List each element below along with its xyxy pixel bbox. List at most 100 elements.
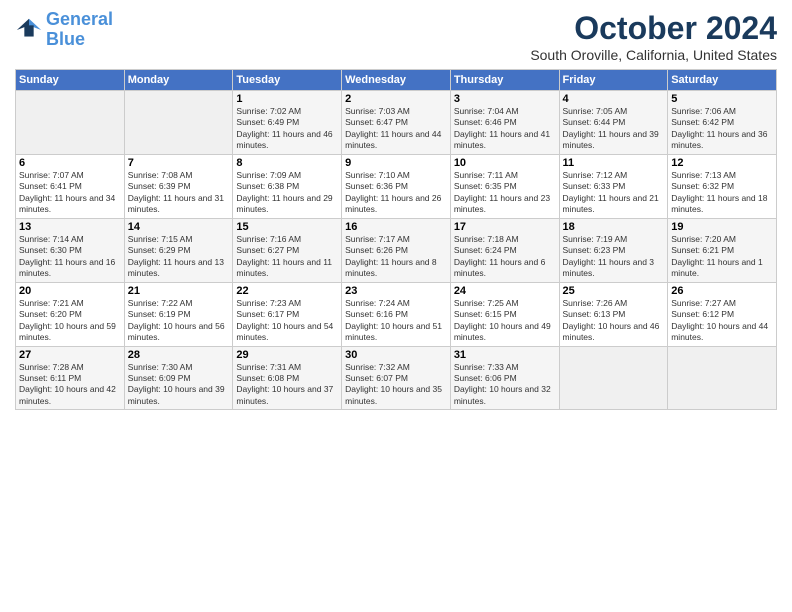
day-info: Sunrise: 7:20 AM Sunset: 6:21 PM Dayligh… [671,234,773,280]
day-info: Sunrise: 7:27 AM Sunset: 6:12 PM Dayligh… [671,298,773,344]
calendar-week-3: 13Sunrise: 7:14 AM Sunset: 6:30 PM Dayli… [16,218,777,282]
day-number: 12 [671,157,773,169]
calendar-day: 9Sunrise: 7:10 AM Sunset: 6:36 PM Daylig… [342,154,451,218]
day-info: Sunrise: 7:11 AM Sunset: 6:35 PM Dayligh… [454,170,556,216]
day-info: Sunrise: 7:28 AM Sunset: 6:11 PM Dayligh… [19,362,121,408]
month-title: October 2024 [530,10,777,47]
location: South Oroville, California, United State… [530,47,777,63]
day-number: 16 [345,221,447,233]
calendar-day: 28Sunrise: 7:30 AM Sunset: 6:09 PM Dayli… [124,346,233,410]
header-monday: Monday [124,70,233,91]
day-info: Sunrise: 7:15 AM Sunset: 6:29 PM Dayligh… [128,234,230,280]
calendar-day: 24Sunrise: 7:25 AM Sunset: 6:15 PM Dayli… [450,282,559,346]
calendar-day: 23Sunrise: 7:24 AM Sunset: 6:16 PM Dayli… [342,282,451,346]
day-info: Sunrise: 7:23 AM Sunset: 6:17 PM Dayligh… [236,298,338,344]
day-number: 2 [345,93,447,105]
calendar-day: 14Sunrise: 7:15 AM Sunset: 6:29 PM Dayli… [124,218,233,282]
day-info: Sunrise: 7:08 AM Sunset: 6:39 PM Dayligh… [128,170,230,216]
day-info: Sunrise: 7:22 AM Sunset: 6:19 PM Dayligh… [128,298,230,344]
logo-general: General [46,9,113,29]
day-number: 10 [454,157,556,169]
calendar-day: 19Sunrise: 7:20 AM Sunset: 6:21 PM Dayli… [668,218,777,282]
day-info: Sunrise: 7:33 AM Sunset: 6:06 PM Dayligh… [454,362,556,408]
day-info: Sunrise: 7:13 AM Sunset: 6:32 PM Dayligh… [671,170,773,216]
calendar-day: 5Sunrise: 7:06 AM Sunset: 6:42 PM Daylig… [668,91,777,155]
day-number: 8 [236,157,338,169]
header-friday: Friday [559,70,668,91]
day-info: Sunrise: 7:16 AM Sunset: 6:27 PM Dayligh… [236,234,338,280]
day-info: Sunrise: 7:03 AM Sunset: 6:47 PM Dayligh… [345,106,447,152]
calendar-week-4: 20Sunrise: 7:21 AM Sunset: 6:20 PM Dayli… [16,282,777,346]
day-info: Sunrise: 7:24 AM Sunset: 6:16 PM Dayligh… [345,298,447,344]
day-number: 15 [236,221,338,233]
day-number: 28 [128,349,230,361]
day-number: 19 [671,221,773,233]
calendar-day: 31Sunrise: 7:33 AM Sunset: 6:06 PM Dayli… [450,346,559,410]
header-thursday: Thursday [450,70,559,91]
calendar-day: 18Sunrise: 7:19 AM Sunset: 6:23 PM Dayli… [559,218,668,282]
day-number: 23 [345,285,447,297]
day-info: Sunrise: 7:02 AM Sunset: 6:49 PM Dayligh… [236,106,338,152]
day-info: Sunrise: 7:30 AM Sunset: 6:09 PM Dayligh… [128,362,230,408]
day-info: Sunrise: 7:18 AM Sunset: 6:24 PM Dayligh… [454,234,556,280]
calendar-day: 3Sunrise: 7:04 AM Sunset: 6:46 PM Daylig… [450,91,559,155]
day-number: 31 [454,349,556,361]
page-header: General Blue October 2024 South Oroville… [15,10,777,63]
day-info: Sunrise: 7:14 AM Sunset: 6:30 PM Dayligh… [19,234,121,280]
day-number: 5 [671,93,773,105]
day-info: Sunrise: 7:10 AM Sunset: 6:36 PM Dayligh… [345,170,447,216]
calendar-day: 2Sunrise: 7:03 AM Sunset: 6:47 PM Daylig… [342,91,451,155]
header-sunday: Sunday [16,70,125,91]
header-tuesday: Tuesday [233,70,342,91]
calendar-day [16,91,125,155]
day-info: Sunrise: 7:07 AM Sunset: 6:41 PM Dayligh… [19,170,121,216]
day-number: 7 [128,157,230,169]
day-number: 6 [19,157,121,169]
day-info: Sunrise: 7:25 AM Sunset: 6:15 PM Dayligh… [454,298,556,344]
day-number: 25 [563,285,665,297]
calendar-day: 1Sunrise: 7:02 AM Sunset: 6:49 PM Daylig… [233,91,342,155]
day-number: 3 [454,93,556,105]
calendar-week-1: 1Sunrise: 7:02 AM Sunset: 6:49 PM Daylig… [16,91,777,155]
calendar-week-2: 6Sunrise: 7:07 AM Sunset: 6:41 PM Daylig… [16,154,777,218]
day-info: Sunrise: 7:21 AM Sunset: 6:20 PM Dayligh… [19,298,121,344]
day-number: 9 [345,157,447,169]
day-number: 20 [19,285,121,297]
logo-icon [15,16,43,44]
calendar-day: 20Sunrise: 7:21 AM Sunset: 6:20 PM Dayli… [16,282,125,346]
day-info: Sunrise: 7:09 AM Sunset: 6:38 PM Dayligh… [236,170,338,216]
day-info: Sunrise: 7:04 AM Sunset: 6:46 PM Dayligh… [454,106,556,152]
day-number: 13 [19,221,121,233]
logo-text: General Blue [46,10,113,50]
calendar-day: 12Sunrise: 7:13 AM Sunset: 6:32 PM Dayli… [668,154,777,218]
calendar-day: 15Sunrise: 7:16 AM Sunset: 6:27 PM Dayli… [233,218,342,282]
calendar-day [559,346,668,410]
calendar-day: 30Sunrise: 7:32 AM Sunset: 6:07 PM Dayli… [342,346,451,410]
calendar-day: 13Sunrise: 7:14 AM Sunset: 6:30 PM Dayli… [16,218,125,282]
day-info: Sunrise: 7:31 AM Sunset: 6:08 PM Dayligh… [236,362,338,408]
day-info: Sunrise: 7:32 AM Sunset: 6:07 PM Dayligh… [345,362,447,408]
calendar-day: 25Sunrise: 7:26 AM Sunset: 6:13 PM Dayli… [559,282,668,346]
day-number: 24 [454,285,556,297]
calendar-day: 16Sunrise: 7:17 AM Sunset: 6:26 PM Dayli… [342,218,451,282]
day-info: Sunrise: 7:05 AM Sunset: 6:44 PM Dayligh… [563,106,665,152]
day-number: 1 [236,93,338,105]
day-number: 26 [671,285,773,297]
header-wednesday: Wednesday [342,70,451,91]
calendar-day: 29Sunrise: 7:31 AM Sunset: 6:08 PM Dayli… [233,346,342,410]
calendar-day: 4Sunrise: 7:05 AM Sunset: 6:44 PM Daylig… [559,91,668,155]
calendar-day [668,346,777,410]
day-number: 14 [128,221,230,233]
day-number: 29 [236,349,338,361]
calendar-table: Sunday Monday Tuesday Wednesday Thursday… [15,69,777,410]
logo-blue: Blue [46,29,85,49]
weekday-header-row: Sunday Monday Tuesday Wednesday Thursday… [16,70,777,91]
calendar-day: 26Sunrise: 7:27 AM Sunset: 6:12 PM Dayli… [668,282,777,346]
calendar-day: 21Sunrise: 7:22 AM Sunset: 6:19 PM Dayli… [124,282,233,346]
calendar-day: 6Sunrise: 7:07 AM Sunset: 6:41 PM Daylig… [16,154,125,218]
day-info: Sunrise: 7:12 AM Sunset: 6:33 PM Dayligh… [563,170,665,216]
day-number: 18 [563,221,665,233]
day-number: 11 [563,157,665,169]
day-number: 17 [454,221,556,233]
page-container: General Blue October 2024 South Oroville… [0,0,792,420]
